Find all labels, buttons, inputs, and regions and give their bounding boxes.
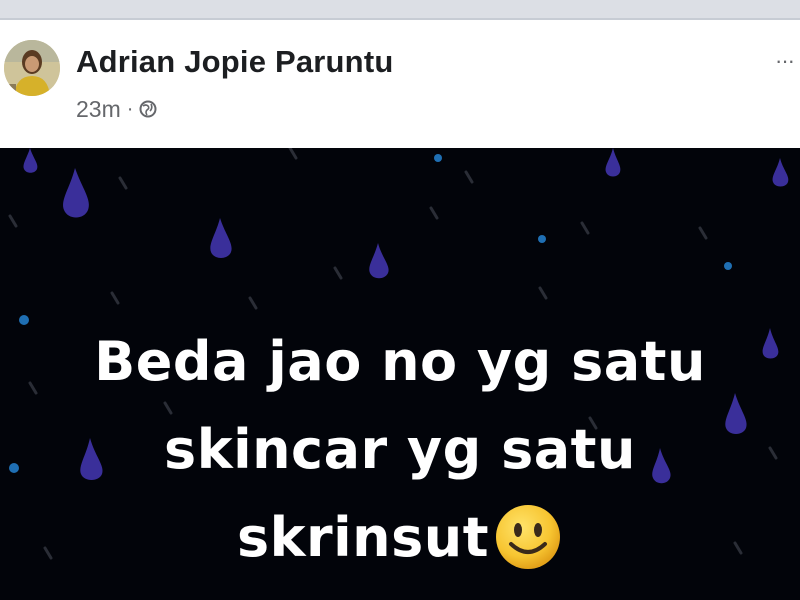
text-line-2: skincar yg satu xyxy=(164,418,636,481)
avatar-photo xyxy=(4,40,60,96)
raindrop xyxy=(210,218,232,258)
blue-drop xyxy=(724,262,732,270)
rain-streak xyxy=(698,226,708,240)
avatar[interactable] xyxy=(4,40,60,96)
post-header: Adrian Jopie Paruntu 23m · ··· xyxy=(0,20,800,148)
rain-streak xyxy=(580,221,590,235)
raindrop xyxy=(605,148,621,177)
smiling-face-emoji xyxy=(496,505,561,570)
rain-streak xyxy=(118,176,128,190)
meta-separator: · xyxy=(126,97,134,120)
rain-streak xyxy=(538,286,548,300)
rain-streak xyxy=(110,291,120,305)
blue-drop xyxy=(434,154,442,162)
text-line-1: Beda jao no yg satu xyxy=(94,330,706,393)
post-image-text: Beda jao no yg satu skincar yg satu skri… xyxy=(0,318,800,582)
raindrop xyxy=(63,168,89,218)
rain-streak xyxy=(248,296,258,310)
post-image[interactable]: Beda jao no yg satu skincar yg satu skri… xyxy=(0,148,800,600)
rain-streak xyxy=(288,148,298,160)
post-meta: 23m · xyxy=(76,94,157,124)
rain-streak xyxy=(464,170,474,184)
top-band xyxy=(0,0,800,18)
post-time[interactable]: 23m xyxy=(76,96,121,123)
raindrop xyxy=(23,148,38,173)
author-name[interactable]: Adrian Jopie Paruntu xyxy=(76,44,393,80)
blue-drop xyxy=(538,235,546,243)
raindrop xyxy=(369,243,389,279)
text-line-3: skrinsut xyxy=(236,506,490,569)
more-options-icon[interactable]: ··· xyxy=(775,50,795,72)
rain-streak xyxy=(8,214,18,228)
raindrop xyxy=(772,158,789,187)
rain-streak xyxy=(333,266,343,280)
rain-streak xyxy=(429,206,439,220)
text-line-3-wrap: skrinsut xyxy=(0,494,800,582)
globe-icon[interactable] xyxy=(139,100,157,118)
